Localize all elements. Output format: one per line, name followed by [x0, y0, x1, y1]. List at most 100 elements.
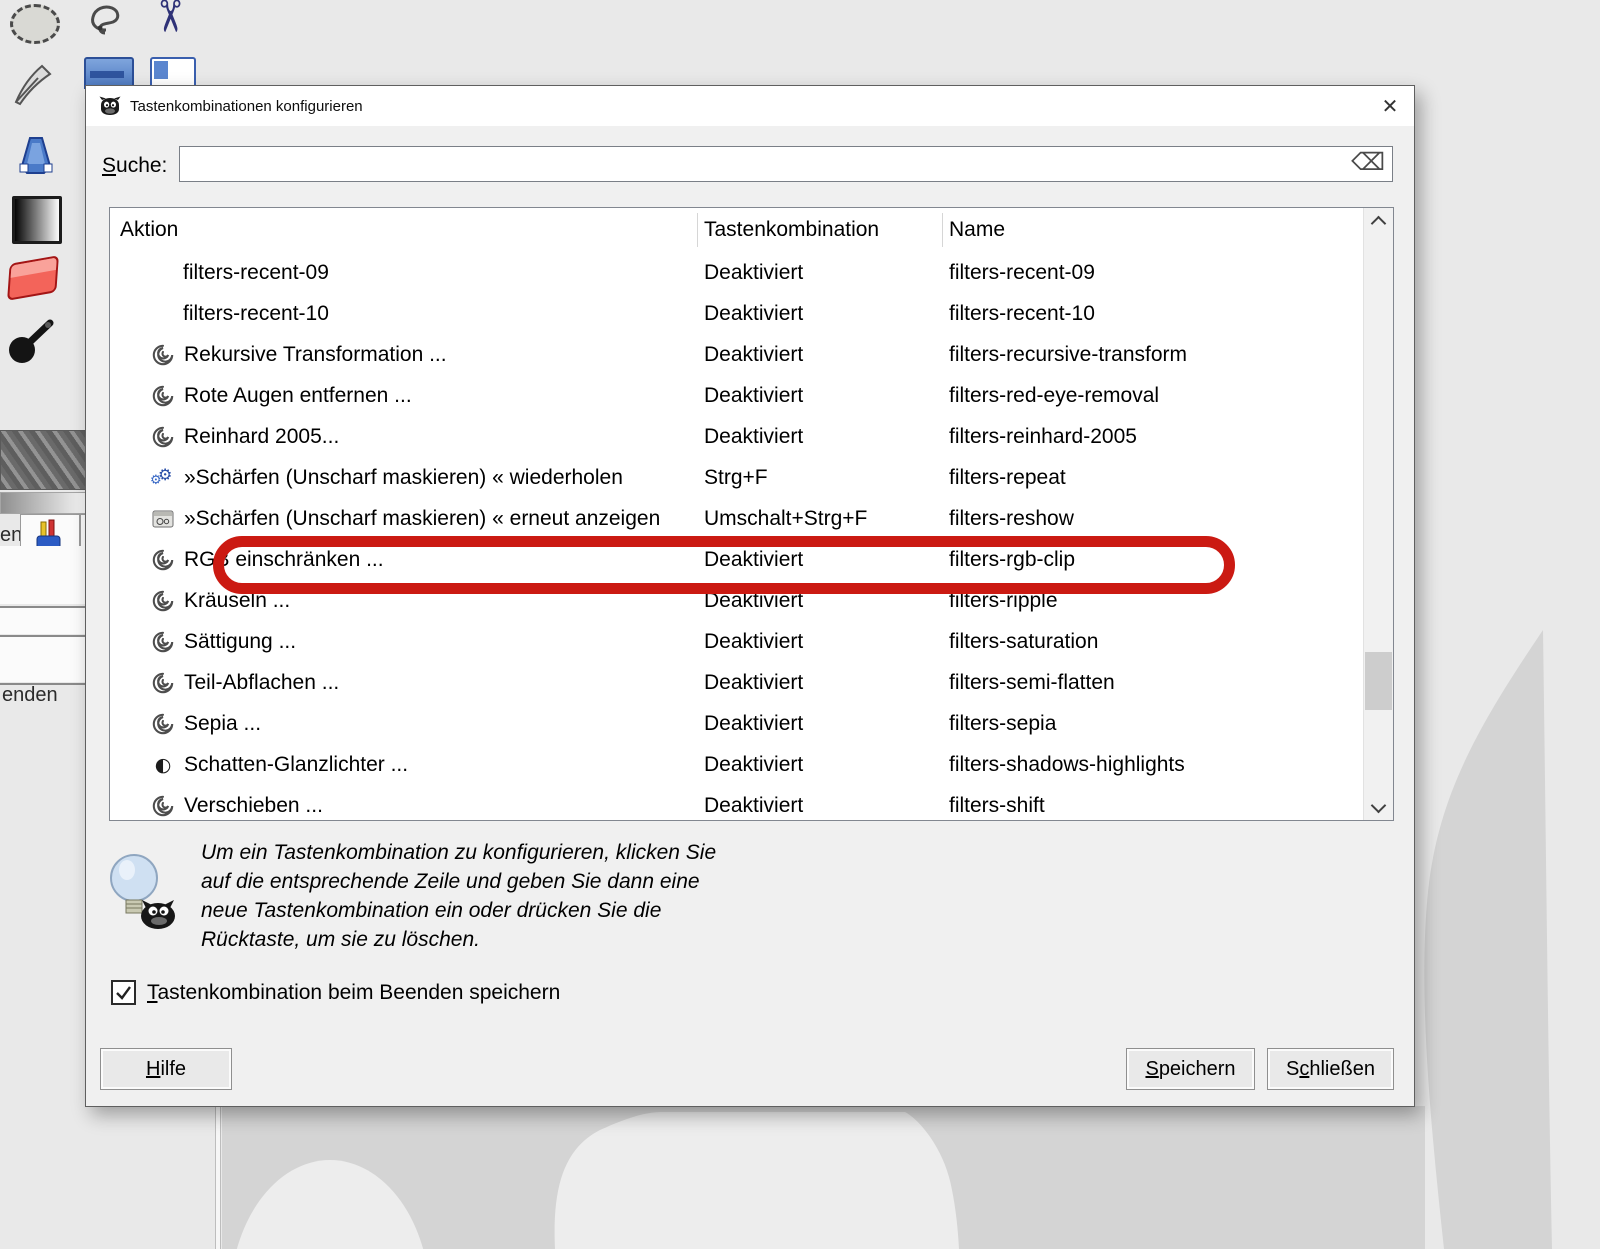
shortcut-cell: Strg+F	[704, 466, 949, 490]
table-body: filters-recent-09 Deaktiviert filters-re…	[110, 252, 1364, 821]
action-cell: Teil-Abflachen ...	[110, 671, 704, 695]
gegl-spiral-icon	[151, 343, 175, 367]
table-row-filters-repeat[interactable]: ⚙⚙ »Schärfen (Unscharf maskieren) « wied…	[110, 457, 1364, 498]
name-cell: filters-repeat	[949, 466, 1364, 490]
gimp-wilber-icon	[98, 96, 122, 116]
free-select-lasso-icon[interactable]	[86, 0, 130, 38]
tab-label-fragment: en	[0, 524, 22, 547]
search-label: Suche:	[102, 154, 167, 178]
table-row[interactable]: Sättigung ... Deaktiviert filters-satura…	[110, 621, 1364, 662]
action-cell: Sättigung ...	[110, 630, 704, 654]
table-row[interactable]: »Schärfen (Unscharf maskieren) « erneut …	[110, 498, 1364, 539]
airbrush-tool-icon[interactable]	[6, 316, 56, 368]
action-cell: Verschieben ...	[110, 794, 704, 818]
name-cell: filters-reshow	[949, 507, 1364, 531]
help-button[interactable]: Hilfe	[100, 1048, 232, 1090]
name-cell: filters-recent-09	[949, 261, 1364, 285]
name-cell: filters-ripple	[949, 589, 1364, 613]
panel-area	[0, 546, 86, 604]
ink-tool-icon[interactable]	[8, 58, 56, 108]
action-cell: Reinhard 2005...	[110, 425, 704, 449]
gegl-spiral-icon	[151, 384, 175, 408]
help-text: Um ein Tastenkombination zu konfiguriere…	[201, 838, 716, 954]
shortcut-cell: Deaktiviert	[704, 384, 949, 408]
close-icon[interactable]: ✕	[1366, 86, 1414, 126]
name-cell: filters-saturation	[949, 630, 1364, 654]
shortcut-cell: Deaktiviert	[704, 630, 949, 654]
column-header-name[interactable]: Name	[949, 218, 1393, 242]
chevron-up-icon	[1371, 215, 1387, 231]
name-cell: filters-reinhard-2005	[949, 425, 1364, 449]
action-cell: Rekursive Transformation ...	[110, 343, 704, 367]
wilber-lightbulb-icon	[104, 848, 182, 937]
panel-area	[0, 608, 86, 634]
shortcut-cell: Deaktiviert	[704, 425, 949, 449]
close-button[interactable]: Schließen	[1267, 1048, 1394, 1090]
pattern-swatch[interactable]	[0, 430, 94, 490]
action-cell: ◐ Schatten-Glanzlichter ...	[110, 753, 704, 777]
table-row[interactable]: Sepia ... Deaktiviert filters-sepia	[110, 703, 1364, 744]
column-separator[interactable]	[697, 213, 698, 247]
table-row[interactable]: Teil-Abflachen ... Deaktiviert filters-s…	[110, 662, 1364, 703]
table-row[interactable]: filters-recent-09 Deaktiviert filters-re…	[110, 252, 1364, 293]
table-row[interactable]: Rote Augen entfernen ... Deaktiviert fil…	[110, 375, 1364, 416]
shortcut-cell: Deaktiviert	[704, 548, 949, 572]
scroll-up-button[interactable]	[1364, 208, 1393, 234]
action-cell: ⚙⚙ »Schärfen (Unscharf maskieren) « wied…	[110, 466, 704, 490]
chevron-down-icon	[1371, 797, 1387, 813]
gegl-spiral-icon	[151, 712, 175, 736]
column-header-aktion[interactable]: Aktion	[110, 218, 704, 242]
name-cell: filters-red-eye-removal	[949, 384, 1364, 408]
action-cell: Rote Augen entfernen ...	[110, 384, 704, 408]
shadows-highlights-icon: ◐	[151, 753, 175, 777]
action-cell: filters-recent-10	[110, 302, 704, 326]
shortcut-cell: Deaktiviert	[704, 343, 949, 367]
name-cell: filters-recent-10	[949, 302, 1364, 326]
clear-search-icon[interactable]: ⌫	[1351, 150, 1385, 174]
table-row[interactable]: ◐ Schatten-Glanzlichter ... Deaktiviert …	[110, 744, 1364, 785]
name-cell: filters-recursive-transform	[949, 343, 1364, 367]
save-on-exit-checkbox-row[interactable]: Tastenkombination beim Beenden speichern	[111, 980, 560, 1005]
ellipse-select-tool-icon[interactable]	[10, 4, 60, 44]
table-row[interactable]: RGB einschränken ... Deaktiviert filters…	[110, 539, 1364, 580]
shortcut-cell: Deaktiviert	[704, 589, 949, 613]
scroll-down-button[interactable]	[1364, 794, 1393, 820]
gegl-spiral-icon	[151, 794, 175, 818]
table-header[interactable]: Aktion Tastenkombination Name	[110, 208, 1393, 252]
table-row[interactable]: Rekursive Transformation ... Deaktiviert…	[110, 334, 1364, 375]
checkbox-label[interactable]: Tastenkombination beim Beenden speichern	[147, 981, 560, 1005]
window-edge	[215, 1106, 221, 1249]
perspective-tool-icon[interactable]	[10, 126, 60, 180]
shortcut-cell: Deaktiviert	[704, 302, 949, 326]
column-header-tastenkombination[interactable]: Tastenkombination	[704, 218, 949, 242]
name-cell: filters-rgb-clip	[949, 548, 1364, 572]
shortcut-table[interactable]: Aktion Tastenkombination Name filters-re…	[109, 207, 1394, 821]
action-cell: Sepia ...	[110, 712, 704, 736]
shortcut-cell: Umschalt+Strg+F	[704, 507, 949, 531]
gegl-spiral-icon	[151, 548, 175, 572]
table-row[interactable]: Kräuseln ... Deaktiviert filters-ripple	[110, 580, 1364, 621]
gradient-tool-icon[interactable]	[12, 196, 62, 244]
desktop: ✂ en enden	[0, 0, 1600, 1249]
dialog-titlebar[interactable]: Tastenkombinationen konfigurieren ✕	[86, 86, 1414, 126]
repeat-gears-icon: ⚙⚙	[151, 466, 175, 490]
column-separator[interactable]	[942, 213, 943, 247]
name-cell: filters-sepia	[949, 712, 1364, 736]
vertical-scrollbar[interactable]	[1363, 208, 1393, 820]
action-cell: RGB einschränken ...	[110, 548, 704, 572]
table-row[interactable]: Verschieben ... Deaktiviert filters-shif…	[110, 785, 1364, 821]
save-button[interactable]: Speichern	[1126, 1048, 1255, 1090]
table-row[interactable]: filters-recent-10 Deaktiviert filters-re…	[110, 293, 1364, 334]
table-row[interactable]: Reinhard 2005... Deaktiviert filters-rei…	[110, 416, 1364, 457]
gegl-spiral-icon	[151, 630, 175, 654]
shortcut-cell: Deaktiviert	[704, 794, 949, 818]
shortcut-cell: Deaktiviert	[704, 712, 949, 736]
checkbox-checked-icon[interactable]	[111, 980, 136, 1005]
scrollbar-thumb[interactable]	[1365, 652, 1392, 710]
search-input[interactable]	[179, 146, 1393, 182]
gegl-spiral-icon	[151, 671, 175, 695]
gradient-swatch[interactable]	[0, 492, 94, 514]
scissors-select-tool-icon[interactable]: ✂	[146, 0, 190, 34]
shortcut-cell: Deaktiviert	[704, 753, 949, 777]
reshow-filter-icon	[151, 507, 175, 531]
